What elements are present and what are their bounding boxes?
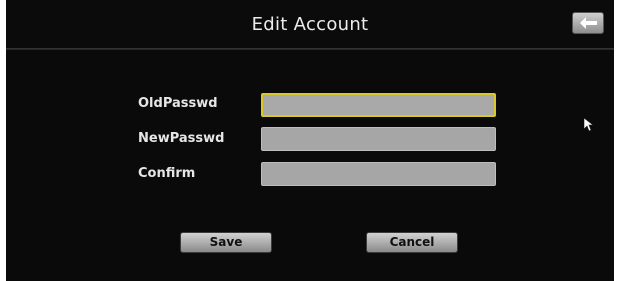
new-password-label: NewPasswd bbox=[138, 131, 225, 146]
old-password-label: OldPasswd bbox=[138, 96, 218, 111]
page-title: Edit Account bbox=[251, 14, 369, 35]
divider bbox=[6, 48, 614, 50]
cancel-button[interactable]: Cancel bbox=[366, 232, 458, 253]
mouse-cursor-icon bbox=[584, 118, 594, 132]
confirm-password-input[interactable] bbox=[261, 162, 496, 186]
title-bar: Edit Account bbox=[6, 0, 614, 48]
old-password-input[interactable] bbox=[261, 93, 496, 117]
back-button[interactable] bbox=[572, 12, 604, 34]
new-password-input[interactable] bbox=[261, 127, 496, 151]
confirm-password-label: Confirm bbox=[138, 166, 196, 181]
edit-account-screen: Edit Account OldPasswd NewPasswd Confirm… bbox=[6, 0, 614, 281]
back-arrow-icon bbox=[580, 17, 597, 29]
save-button[interactable]: Save bbox=[180, 232, 272, 253]
